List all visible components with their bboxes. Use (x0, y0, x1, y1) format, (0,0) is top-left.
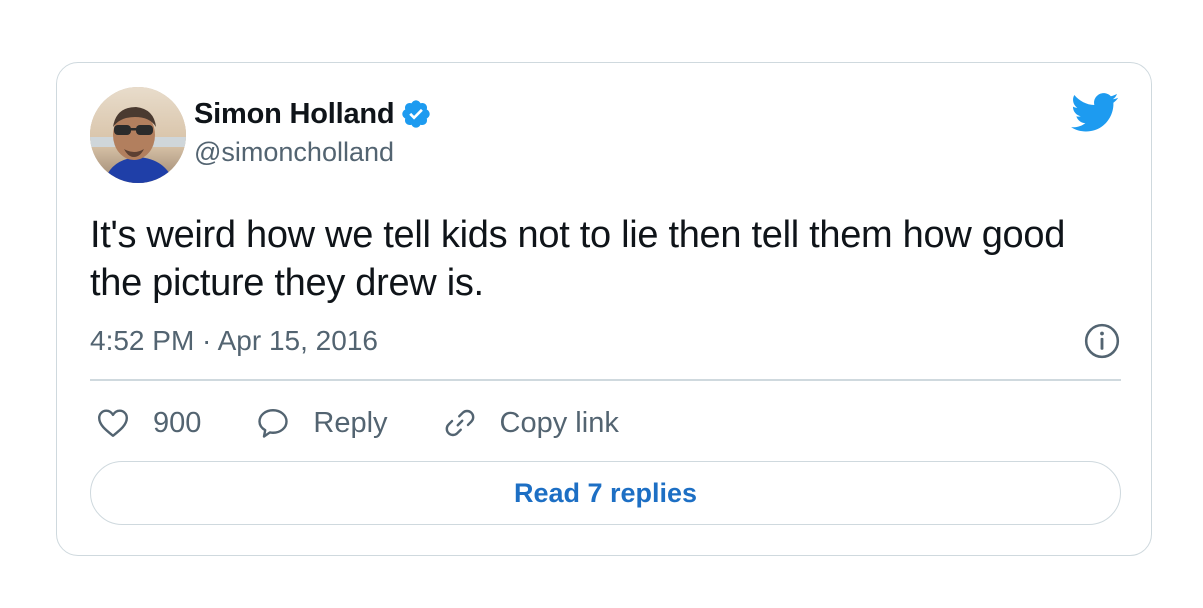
tweet-meta: 4:52 PM · Apr 15, 2016 (90, 321, 1121, 361)
author-name[interactable]: Simon Holland (194, 98, 395, 131)
author-handle[interactable]: @simoncholland (194, 137, 432, 168)
like-button[interactable]: 900 (95, 405, 201, 441)
speech-bubble-icon (258, 409, 289, 438)
divider (90, 379, 1121, 381)
info-icon[interactable] (1083, 322, 1121, 360)
avatar[interactable] (90, 87, 186, 183)
tweet-card[interactable]: Simon Holland @simoncholland It's weird … (56, 62, 1152, 556)
reply-button[interactable]: Reply (255, 405, 388, 441)
tweet-timestamp[interactable]: 4:52 PM · Apr 15, 2016 (90, 325, 378, 357)
twitter-bird-icon[interactable] (1071, 93, 1119, 133)
copy-link-label: Copy link (499, 406, 619, 439)
copy-link-button[interactable]: Copy link (442, 405, 619, 441)
author-block[interactable]: Simon Holland @simoncholland (194, 97, 432, 168)
read-replies-button[interactable]: Read 7 replies (90, 461, 1121, 525)
like-count: 900 (153, 406, 202, 439)
read-replies-label: Read 7 replies (513, 477, 698, 508)
verified-badge-icon (402, 100, 431, 128)
action-bar: 900 Reply Copy link (95, 401, 673, 445)
heart-icon (98, 409, 128, 437)
link-icon (445, 409, 474, 437)
tweet-text: It's weird how we tell kids not to lie t… (90, 214, 1066, 304)
reply-label: Reply (313, 406, 388, 439)
